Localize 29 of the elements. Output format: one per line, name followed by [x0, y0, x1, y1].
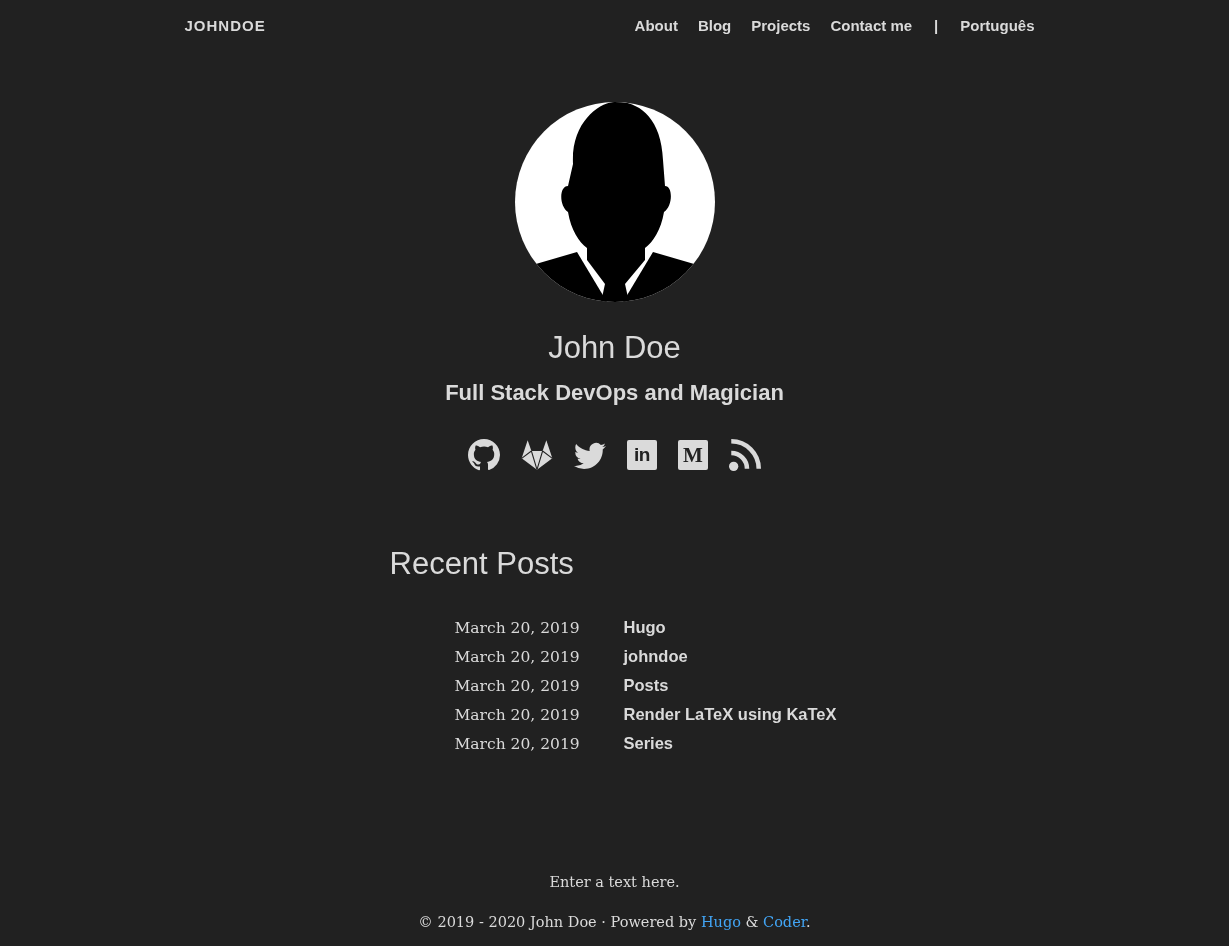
- bird-icon[interactable]: [574, 441, 606, 469]
- footer-text: Enter a text here.: [548, 873, 681, 892]
- post-link[interactable]: Render LaTeX using KaTeX: [623, 700, 837, 729]
- post-link[interactable]: Hugo: [623, 613, 666, 642]
- profile-name: John Doe: [548, 329, 681, 367]
- section-heading: Recent Posts: [389, 545, 575, 583]
- nav-link[interactable]: Blog: [697, 16, 732, 34]
- profile-tagline: Full Stack DevOps and Magician: [445, 379, 784, 407]
- post-date: March 20, 2019: [454, 618, 581, 639]
- site-title-link[interactable]: JOHNDOE: [184, 16, 266, 34]
- fox-icon[interactable]: [521, 439, 553, 471]
- nav-separator: |: [934, 16, 939, 34]
- post-link[interactable]: Series: [623, 729, 674, 758]
- post-link[interactable]: Posts: [623, 671, 669, 700]
- post-date: March 20, 2019: [454, 705, 581, 726]
- nav-link[interactable]: Projects: [751, 16, 811, 34]
- post-link[interactable]: johndoe: [623, 642, 688, 671]
- post-date: March 20, 2019: [454, 676, 581, 697]
- social-link[interactable]: M: [678, 440, 708, 470]
- nav-link[interactable]: About: [634, 16, 678, 34]
- copyright-text: © 2019 - 2020 John Doe · Powered by Hugo & Coder.: [417, 913, 812, 932]
- nav-link[interactable]: Português: [960, 16, 1035, 34]
- post-date: March 20, 2019: [454, 647, 581, 668]
- footer-link[interactable]: Hugo: [700, 914, 741, 930]
- post-date: March 20, 2019: [454, 734, 581, 755]
- cat-icon[interactable]: [468, 439, 500, 471]
- rss-icon[interactable]: [729, 439, 761, 471]
- social-link[interactable]: in: [627, 440, 657, 470]
- nav-link[interactable]: Contact me: [830, 16, 913, 34]
